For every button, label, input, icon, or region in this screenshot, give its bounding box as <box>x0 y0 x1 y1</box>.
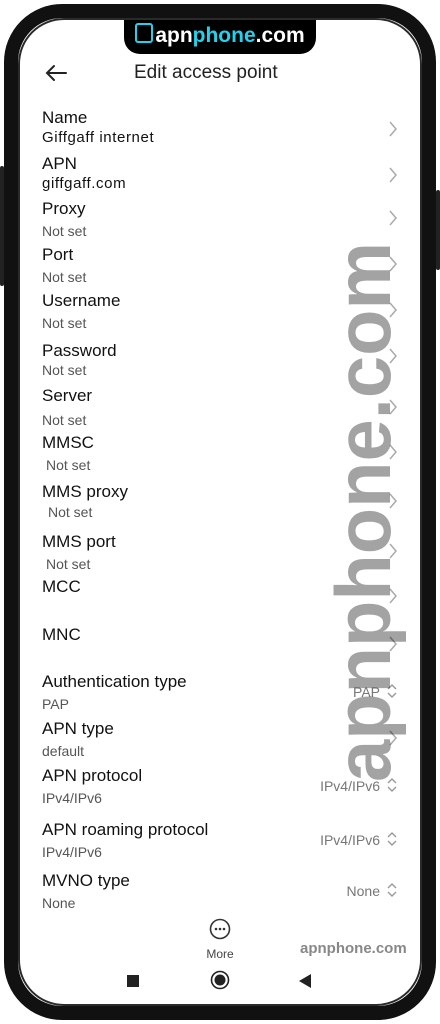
chevron-right-icon <box>389 730 397 746</box>
system-nav-bar <box>0 968 440 994</box>
more-button[interactable]: More <box>198 918 242 961</box>
field-server[interactable]: Server Not set <box>42 386 402 428</box>
dropdown-selected-value: PAP <box>353 684 380 700</box>
field-label: APN type <box>42 719 114 738</box>
field-value: Not set <box>46 556 91 572</box>
field-label: Authentication type <box>42 672 187 691</box>
field-value: Not set <box>48 504 93 520</box>
field-value: Not set <box>46 457 91 473</box>
banner-brand-b: phone <box>192 24 256 47</box>
field-apn-type[interactable]: APN type default <box>42 719 402 759</box>
field-mms-port[interactable]: MMS port Not set <box>42 532 402 572</box>
banner-brand-c: .com <box>255 24 305 47</box>
field-label: MNC <box>42 625 81 644</box>
field-apn-roaming-protocol[interactable]: APN roaming protocol IPv4/IPv6 IPv4/IPv6 <box>42 820 402 862</box>
field-label: MMSC <box>42 433 94 452</box>
field-value: Not set <box>42 269 87 285</box>
back-arrow-icon <box>45 65 67 81</box>
dropdown-selected-value: IPv4/IPv6 <box>320 778 380 794</box>
field-value: Not set <box>42 362 87 378</box>
volume-button <box>0 166 4 286</box>
field-apn-protocol[interactable]: APN protocol IPv4/IPv6 IPv4/IPv6 <box>42 766 402 808</box>
field-apn[interactable]: APN giffgaff.com <box>42 154 402 194</box>
back-triangle-icon[interactable] <box>298 973 312 989</box>
field-mvno-type[interactable]: MVNO type None None <box>42 871 402 913</box>
field-value: Not set <box>42 412 87 428</box>
chevron-right-icon <box>389 588 397 604</box>
chevron-right-icon <box>389 636 397 652</box>
more-dots-icon <box>209 918 231 940</box>
field-label: MVNO type <box>42 871 130 890</box>
chevron-right-icon <box>389 210 397 226</box>
recents-square-icon[interactable] <box>126 974 140 988</box>
field-name[interactable]: Name Giffgaff internet <box>42 108 402 148</box>
site-banner: apnphone.com <box>124 20 316 54</box>
field-authentication-type[interactable]: Authentication type PAP PAP <box>42 672 402 714</box>
field-label: APN protocol <box>42 766 143 785</box>
field-value: PAP <box>42 696 69 712</box>
field-value: default <box>42 743 85 759</box>
chevron-right-icon <box>389 302 397 318</box>
field-username[interactable]: Username Not set <box>42 291 402 331</box>
field-value: None <box>42 895 76 911</box>
field-mms-proxy[interactable]: MMS proxy Not set <box>42 482 402 522</box>
chevron-right-icon <box>389 348 397 364</box>
home-circle-icon[interactable] <box>210 970 230 990</box>
dropdown-updown-icon <box>387 832 397 846</box>
field-proxy[interactable]: Proxy Not set <box>42 199 402 239</box>
chevron-right-icon <box>389 399 397 415</box>
back-button[interactable] <box>42 58 72 88</box>
dropdown-updown-icon <box>387 883 397 897</box>
app-header: Edit access point <box>42 58 402 88</box>
field-label: Proxy <box>42 199 86 218</box>
field-label: Password <box>42 341 117 360</box>
field-mmsc[interactable]: MMSC Not set <box>42 433 402 473</box>
chevron-right-icon <box>389 121 397 137</box>
field-mnc[interactable]: MNC <box>42 625 402 665</box>
dropdown-selected-value: IPv4/IPv6 <box>320 832 380 848</box>
field-value: giffgaff.com <box>42 175 127 192</box>
watermark-footer-text: apnphone.com <box>300 940 407 957</box>
banner-logo-icon <box>135 23 154 43</box>
dropdown-selected-value: None <box>346 883 380 899</box>
field-label: MCC <box>42 577 81 596</box>
chevron-right-icon <box>389 444 397 460</box>
chevron-right-icon <box>389 543 397 559</box>
field-label: Port <box>42 245 74 264</box>
field-value: IPv4/IPv6 <box>42 790 102 806</box>
field-password[interactable]: Password Not set <box>42 341 402 379</box>
field-value: Giffgaff internet <box>42 129 155 146</box>
dropdown-updown-icon <box>387 778 397 792</box>
field-label: APN roaming protocol <box>42 820 209 839</box>
field-label: MMS port <box>42 532 116 551</box>
field-label: Server <box>42 386 93 405</box>
more-label: More <box>206 947 234 961</box>
chevron-right-icon <box>389 493 397 509</box>
banner-brand-a: apn <box>155 24 193 47</box>
chevron-right-icon <box>389 256 397 272</box>
chevron-right-icon <box>389 167 397 183</box>
field-label: MMS proxy <box>42 482 128 501</box>
page-title: Edit access point <box>134 62 278 83</box>
field-port[interactable]: Port Not set <box>42 245 402 285</box>
power-button <box>436 190 440 270</box>
field-value: Not set <box>42 315 87 331</box>
field-value: IPv4/IPv6 <box>42 844 102 860</box>
field-label: Name <box>42 108 88 127</box>
field-mcc[interactable]: MCC <box>42 577 402 617</box>
field-value: Not set <box>42 223 87 239</box>
field-label: Username <box>42 291 121 310</box>
field-label: APN <box>42 154 77 173</box>
dropdown-updown-icon <box>387 684 397 698</box>
